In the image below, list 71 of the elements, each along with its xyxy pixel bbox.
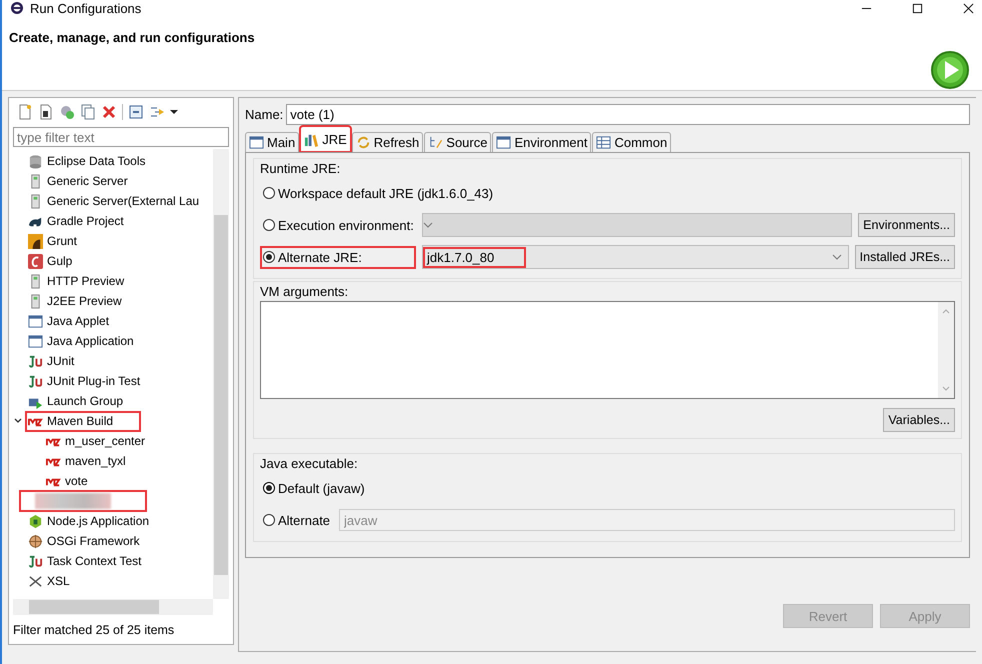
tree-item[interactable]: JUnit <box>47 354 74 368</box>
table-icon <box>596 135 612 150</box>
tree-item[interactable]: XSL <box>47 574 70 588</box>
dropdown[interactable]: jdk1.7.0_80 <box>422 245 849 269</box>
tree-item[interactable]: Node.js Application <box>47 514 150 528</box>
tab[interactable]: Source <box>424 132 492 152</box>
radio-button[interactable]: Default (javaw) <box>260 476 368 500</box>
window-title: Run Configurations <box>30 0 142 16</box>
cross-icon <box>28 574 43 588</box>
books-icon <box>304 132 320 147</box>
filter-status: Filter matched 25 of 25 items <box>13 623 176 637</box>
window-icon <box>496 135 512 150</box>
hexagon-icon <box>28 514 43 528</box>
name-label: Name: <box>245 107 284 122</box>
tree-item[interactable]: vote <box>65 474 88 488</box>
name-field[interactable]: vote (1) <box>286 104 970 125</box>
radio-indicator[interactable] <box>263 482 275 494</box>
group-title: Java executable: <box>260 456 359 471</box>
chevron-down-icon <box>832 252 842 262</box>
tab[interactable]: Common <box>592 132 672 152</box>
tree-item[interactable]: Eclipse Data Tools <box>47 154 146 168</box>
radio-button[interactable]: Alternate JRE: <box>260 246 416 268</box>
group-title: Runtime JRE: <box>260 161 342 176</box>
refresh-icon <box>356 135 371 150</box>
tree-item[interactable]: HTTP Preview <box>47 274 124 288</box>
vertical-scrollbar[interactable] <box>213 149 229 599</box>
tree-item[interactable]: Java Application <box>47 334 134 348</box>
window-icon <box>249 135 264 150</box>
copy-icon[interactable] <box>80 104 96 120</box>
tree-item[interactable]: Task Context Test <box>47 554 142 568</box>
tree-item[interactable]: OSGi Framework <box>47 534 140 548</box>
chevron-down-icon <box>423 220 433 230</box>
close-icon[interactable] <box>963 2 974 14</box>
tree-item[interactable]: Gulp <box>47 254 72 268</box>
tab[interactable]: JRE <box>300 126 351 152</box>
tree-item[interactable]: m_user_center <box>65 434 146 448</box>
tab[interactable]: Refresh <box>352 132 424 152</box>
new-document-icon[interactable] <box>17 104 33 120</box>
tree-item[interactable]: Generic Server <box>47 174 128 188</box>
filter-field[interactable]: type filter text <box>13 127 229 147</box>
tab[interactable]: Main <box>245 132 300 152</box>
tree-item[interactable]: JUnit Plug-in Test <box>47 374 140 388</box>
window-icon <box>28 334 43 348</box>
radio-button[interactable]: Workspace default JRE (jdk1.6.0_43) <box>260 182 496 204</box>
tree-item[interactable]: Grunt <box>47 234 78 248</box>
database-icon <box>28 154 43 168</box>
tree-item[interactable]: Generic Server(External Lau <box>47 194 200 208</box>
collapse-all-icon[interactable] <box>128 104 144 120</box>
tree-item[interactable]: J2EE Preview <box>47 294 122 308</box>
side-button[interactable]: Installed JREs... <box>854 245 955 269</box>
test-icon <box>28 374 43 388</box>
variables-button[interactable]: Variables... <box>883 408 955 432</box>
maximize-icon[interactable] <box>912 2 923 14</box>
window-icon <box>28 314 43 328</box>
new-prototype-icon[interactable] <box>38 104 54 120</box>
tile-icon <box>28 234 43 248</box>
test-icon <box>28 354 43 368</box>
tree-item[interactable]: Launch Group <box>47 394 124 408</box>
tree-item[interactable]: Java Applet <box>47 314 110 328</box>
delete-icon[interactable] <box>101 104 117 120</box>
test-icon <box>28 554 43 568</box>
group-title: VM arguments: <box>260 284 350 299</box>
caret-icon[interactable] <box>170 108 178 116</box>
horizontal-scrollbar[interactable] <box>13 599 213 615</box>
tab[interactable]: Environment <box>492 132 592 152</box>
crosshair-icon <box>28 534 43 548</box>
blurred-item[interactable] <box>19 490 147 512</box>
text-area[interactable] <box>260 301 955 399</box>
tree-item[interactable]: maven_tyxl <box>65 454 126 468</box>
dialog-heading: Create, manage, and run configurations <box>9 30 255 46</box>
tree-item[interactable]: Gradle Project <box>47 214 124 228</box>
